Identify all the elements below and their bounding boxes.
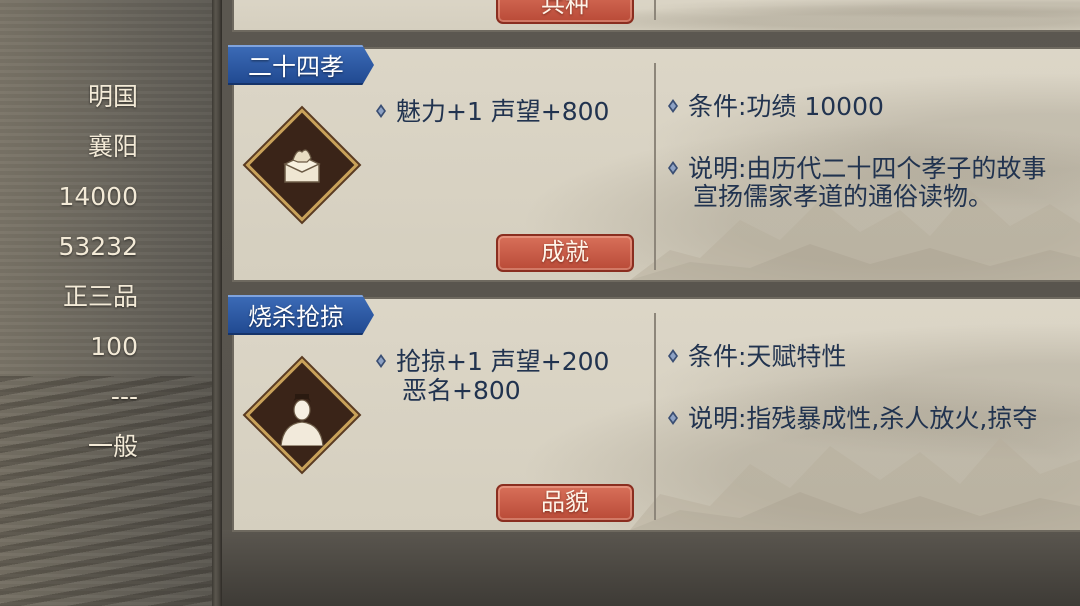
trait-description-line: 说明:指残暴成性,杀人放火,掠夺: [688, 404, 1038, 433]
stat-value-1: 14000: [58, 182, 138, 211]
trait-condition-text: 条件:天赋特性: [688, 342, 847, 371]
panel-divider: [212, 0, 222, 606]
diamond-bullet-icon: [376, 104, 386, 118]
trait-card: 烧杀抢掠 抢掠+1 声望+200 恶名+800 条件:天赋特性 说明:指残暴成性…: [228, 295, 1080, 532]
card-separator: [654, 0, 656, 20]
diamond-bullet-icon: [668, 411, 678, 425]
trait-condition-text: 条件:功绩 10000: [688, 92, 884, 121]
stat-status: 一般: [87, 432, 138, 461]
trait-type-tag[interactable]: 品貌: [496, 484, 634, 522]
trait-description: 说明:由历代二十四个孝子的故事 宣扬儒家孝道的通俗读物。: [668, 155, 1046, 211]
trait-name-ribbon: 烧杀抢掠: [228, 295, 374, 335]
trait-description: 说明:指残暴成性,杀人放火,掠夺: [668, 405, 1037, 433]
diamond-bullet-icon: [376, 354, 386, 368]
stat-nation: 明国: [87, 82, 138, 111]
character-stats-column: 明国 襄阳 14000 53232 正三品 100 --- 一般: [0, 72, 138, 472]
stat-value-3: 100: [90, 332, 138, 361]
stat-city: 襄阳: [87, 132, 138, 161]
book-box-icon: [245, 108, 359, 222]
trait-card-partial: 兵种: [232, 0, 1080, 32]
card-separator: [654, 63, 656, 270]
stat-value-2: 53232: [58, 232, 138, 261]
scholar-portrait-icon: [245, 358, 359, 472]
trait-type-tag[interactable]: 兵种: [496, 0, 634, 24]
trait-card: 二十四孝 魅力+1 声望+800 条件:功绩 10000 说明:由历代二十四个孝…: [228, 45, 1080, 282]
stat-rank: 正三品: [62, 282, 138, 311]
diamond-bullet-icon: [668, 349, 678, 363]
trait-effects: 抢掠+1 声望+200 恶名+800: [376, 347, 609, 405]
diamond-bullet-icon: [668, 99, 678, 113]
trait-effect-text: 恶名+800: [402, 376, 521, 405]
trait-description-line: 说明:由历代二十四个孝子的故事: [688, 154, 1047, 183]
trait-condition: 条件:天赋特性: [668, 343, 846, 371]
trait-effects: 魅力+1 声望+800: [376, 97, 609, 126]
trait-condition: 条件:功绩 10000: [668, 93, 884, 121]
trait-description-line: 宣扬儒家孝道的通俗读物。: [693, 182, 994, 211]
trait-type-tag[interactable]: 成就: [496, 234, 634, 272]
trait-name-ribbon: 二十四孝: [228, 45, 374, 85]
card-separator: [654, 313, 656, 520]
trait-effect-text: 魅力+1 声望+800: [396, 97, 610, 126]
trait-effect-text: 抢掠+1 声望+200: [396, 347, 610, 376]
stat-value-4: ---: [110, 382, 138, 411]
diamond-bullet-icon: [668, 161, 678, 175]
